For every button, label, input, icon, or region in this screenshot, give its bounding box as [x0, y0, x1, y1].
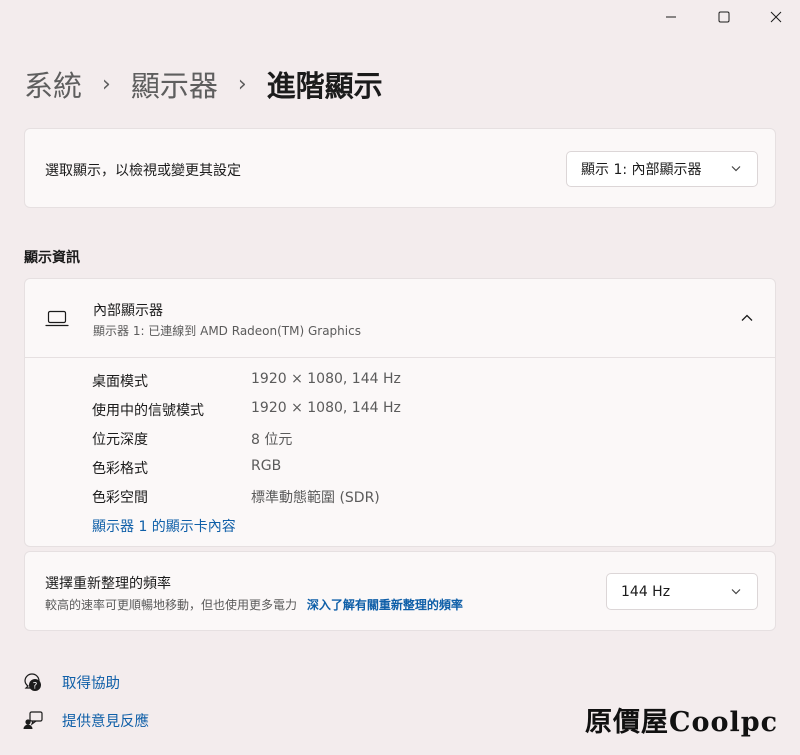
maximize-icon	[718, 11, 730, 23]
chevron-up-icon[interactable]	[741, 314, 753, 322]
refresh-rate-dropdown[interactable]: 144 Hz	[606, 573, 758, 610]
info-label-signal-mode: 使用中的信號模式	[92, 403, 204, 419]
info-label-bit-depth: 位元深度	[92, 432, 148, 448]
help-icon: ?	[24, 673, 41, 692]
refresh-rate-description: 較高的速率可更順暢地移動，但也使用更多電力	[45, 598, 298, 612]
minimize-button[interactable]	[648, 6, 694, 28]
close-icon	[770, 11, 782, 23]
display-select-value: 顯示 1: 內部顯示器	[581, 162, 702, 178]
info-value-desktop-mode: 1920 × 1080, 144 Hz	[251, 371, 401, 387]
select-display-card: 選取顯示，以檢視或變更其設定 顯示 1: 內部顯示器	[24, 128, 776, 208]
give-feedback-link[interactable]: 提供意見反應	[62, 710, 149, 731]
display-info-header[interactable]: 內部顯示器 顯示器 1: 已連線到 AMD Radeon(TM) Graphic…	[25, 279, 775, 358]
refresh-rate-description-line: 較高的速率可更順暢地移動，但也使用更多電力 深入了解有關重新整理的頻率	[45, 596, 463, 613]
chevron-down-icon	[731, 166, 741, 172]
watermark-logo: 原價屋Coolpc	[585, 707, 779, 738]
minimize-icon	[666, 16, 676, 18]
monitor-subtitle: 顯示器 1: 已連線到 AMD Radeon(TM) Graphics	[93, 324, 361, 338]
breadcrumb-item-system[interactable]: 系統	[24, 63, 82, 105]
breadcrumb: 系統 › 顯示器 › 進階顯示	[24, 62, 383, 106]
close-button[interactable]	[753, 6, 799, 28]
select-display-label: 選取顯示，以檢視或變更其設定	[45, 163, 241, 179]
get-help-link[interactable]: 取得協助	[62, 672, 120, 693]
info-value-color-format: RGB	[251, 458, 282, 474]
chevron-down-icon	[731, 588, 741, 594]
monitor-name: 內部顯示器	[93, 303, 163, 319]
info-label-color-format: 色彩格式	[92, 461, 148, 477]
info-value-color-space: 標準動態範圍 (SDR)	[251, 490, 380, 506]
feedback-icon	[23, 711, 43, 729]
refresh-rate-value: 144 Hz	[621, 583, 671, 600]
breadcrumb-separator: ›	[102, 71, 111, 97]
page-title: 進階顯示	[266, 69, 383, 103]
info-label-desktop-mode: 桌面模式	[92, 374, 148, 390]
info-label-color-space: 色彩空間	[92, 490, 148, 506]
breadcrumb-separator: ›	[237, 71, 247, 97]
adapter-properties-link[interactable]: 顯示器 1 的顯示卡內容	[92, 516, 236, 536]
display-select-dropdown[interactable]: 顯示 1: 內部顯示器	[566, 151, 758, 187]
breadcrumb-item-display[interactable]: 顯示器	[131, 63, 218, 105]
info-value-signal-mode: 1920 × 1080, 144 Hz	[251, 400, 401, 416]
svg-text:?: ?	[33, 682, 38, 692]
refresh-rate-learn-more-link[interactable]: 深入了解有關重新整理的頻率	[307, 598, 463, 612]
display-info-heading: 顯示資訊	[24, 250, 80, 266]
laptop-icon	[45, 310, 69, 327]
refresh-rate-card: 選擇重新整理的頻率 較高的速率可更順暢地移動，但也使用更多電力 深入了解有關重新…	[24, 551, 776, 631]
info-value-bit-depth: 8 位元	[251, 432, 293, 448]
maximize-button[interactable]	[701, 6, 747, 28]
refresh-rate-title: 選擇重新整理的頻率	[45, 576, 171, 592]
